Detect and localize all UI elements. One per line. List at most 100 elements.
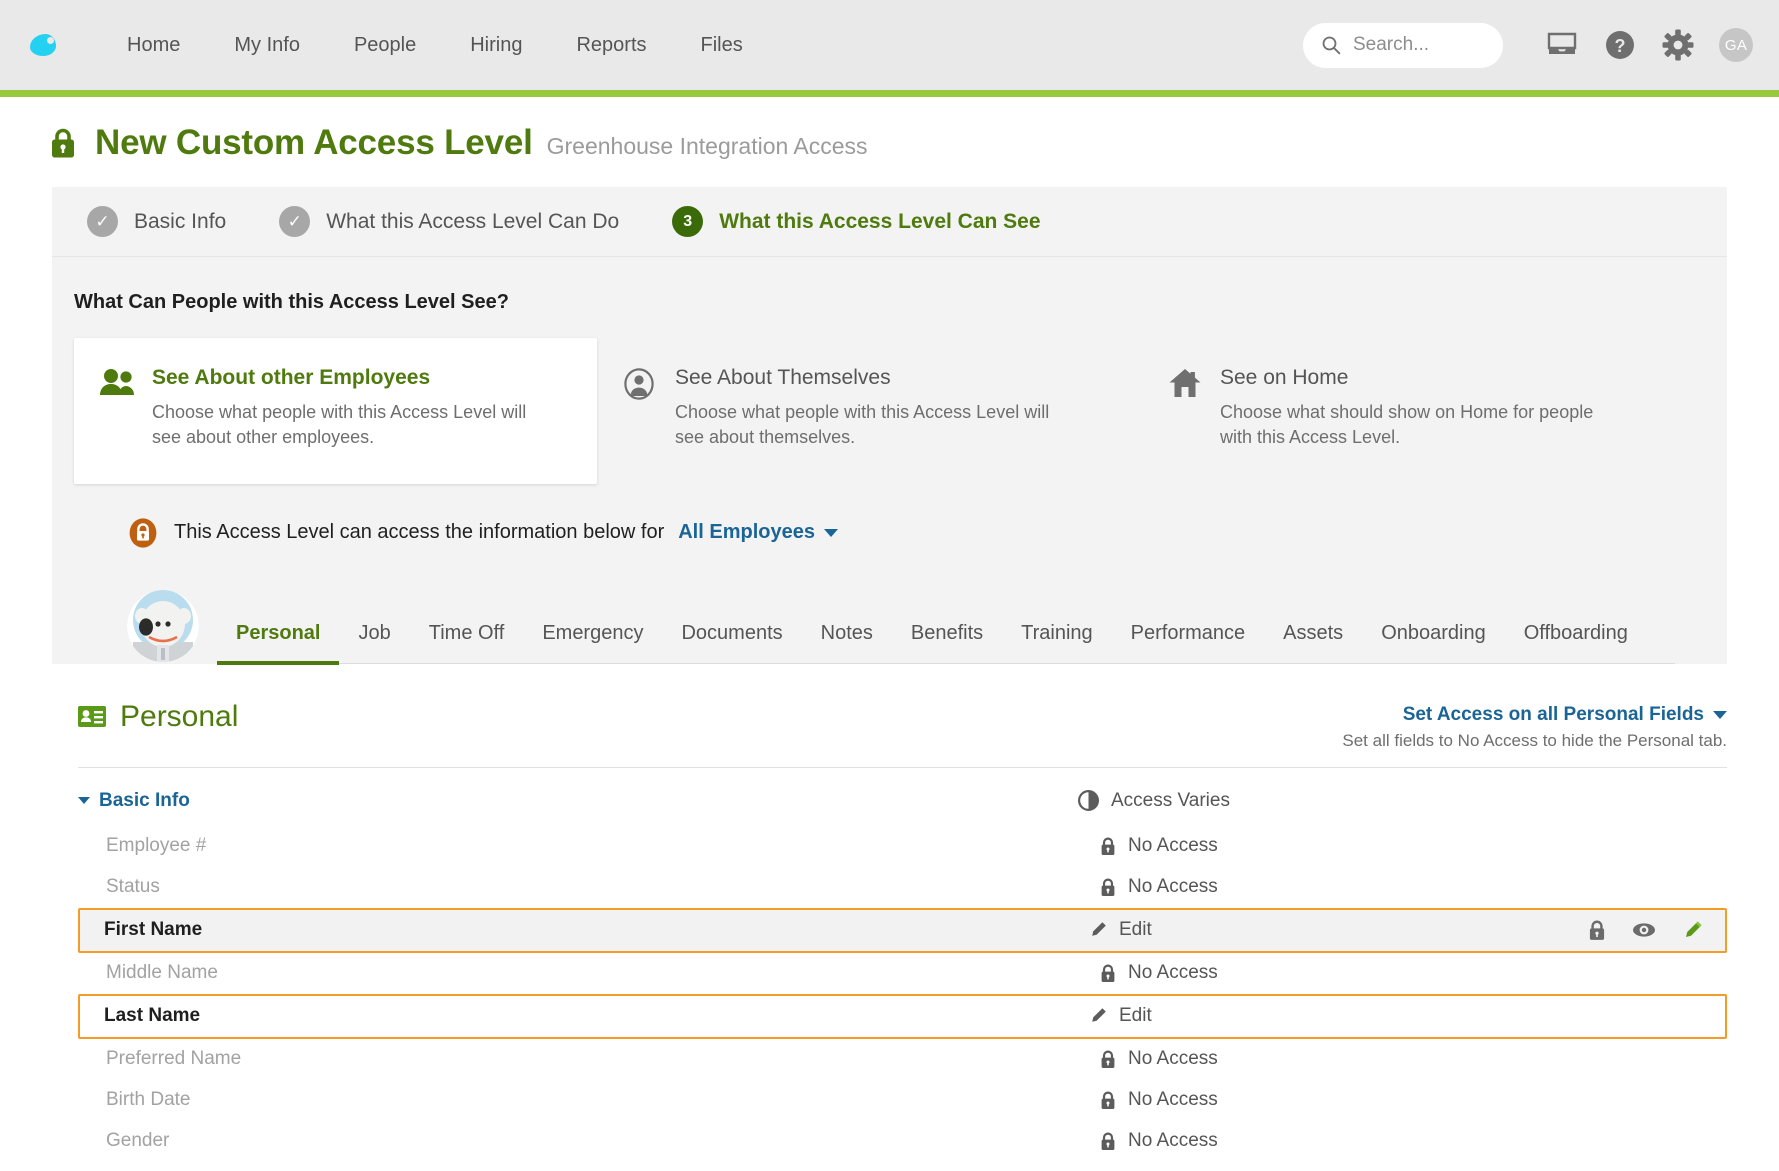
nav-item-home[interactable]: Home <box>100 24 207 67</box>
tab-assets[interactable]: Assets <box>1264 622 1362 665</box>
person-circle-icon <box>623 366 663 450</box>
tab-documents[interactable]: Documents <box>662 622 801 665</box>
step-what-can-see[interactable]: 3 What this Access Level Can See <box>672 206 1041 237</box>
field-row-last-name[interactable]: Last Name Edit <box>78 993 1727 1039</box>
section-title-wrap: Personal <box>78 700 238 734</box>
app-logo[interactable] <box>30 34 100 56</box>
field-access[interactable]: No Access <box>1100 876 1360 898</box>
field-access[interactable]: Edit <box>1089 1005 1349 1027</box>
nav-item-hiring[interactable]: Hiring <box>443 24 549 67</box>
field-access[interactable]: No Access <box>1100 835 1360 857</box>
field-row-first-name[interactable]: First Name Edit <box>78 907 1727 953</box>
orange-lock-icon <box>129 518 157 548</box>
page-subtitle: Greenhouse Integration Access <box>546 133 868 159</box>
field-access-label: Edit <box>1119 919 1152 941</box>
tab-offboarding[interactable]: Offboarding <box>1505 622 1647 665</box>
half-circle-icon <box>1078 790 1099 812</box>
inbox-icon[interactable] <box>1545 28 1579 62</box>
section-actions: Set Access on all Personal Fields Set al… <box>1342 700 1727 751</box>
lock-icon <box>1101 964 1115 982</box>
step-badge-3: 3 <box>672 206 704 237</box>
nav-item-people[interactable]: People <box>327 24 443 67</box>
panda-employee-avatar <box>127 589 199 662</box>
lock-icon <box>1101 1091 1115 1109</box>
step-label: What this Access Level Can See <box>719 209 1041 233</box>
gear-settings-icon[interactable] <box>1661 28 1695 62</box>
field-row[interactable]: Middle Name No Access <box>78 953 1727 994</box>
nav-item-my-info[interactable]: My Info <box>207 24 327 67</box>
two-people-icon <box>100 366 140 450</box>
group-access-summary[interactable]: Access Varies <box>1078 790 1230 812</box>
tab-job[interactable]: Job <box>339 622 409 665</box>
green-lock-icon <box>52 128 74 158</box>
field-row[interactable]: Employee # No Access <box>78 826 1727 867</box>
field-label: Preferred Name <box>106 1048 242 1070</box>
field-access-label: No Access <box>1128 1048 1218 1070</box>
tab-benefits[interactable]: Benefits <box>892 622 1002 665</box>
step-badge-check: ✓ <box>87 206 118 237</box>
field-access[interactable]: No Access <box>1100 1089 1360 1111</box>
personal-fields-section: Personal Set Access on all Personal Fiel… <box>0 664 1779 1162</box>
tab-personal[interactable]: Personal <box>217 622 340 665</box>
card-title: See on Home <box>1220 366 1349 389</box>
field-access-label: No Access <box>1128 835 1218 857</box>
card-description: Choose what people with this Access Leve… <box>675 402 1050 447</box>
bamboohr-leaf-icon <box>30 34 56 56</box>
view-eye-icon[interactable] <box>1632 922 1656 938</box>
help-question-icon[interactable]: ? <box>1603 28 1637 62</box>
page-title: New Custom Access Level <box>95 123 533 162</box>
brand-accent-bar <box>0 90 1779 97</box>
tab-time-off[interactable]: Time Off <box>410 622 524 665</box>
chevron-down-icon <box>78 797 90 805</box>
step-badge-check: ✓ <box>279 206 311 237</box>
field-label: Middle Name <box>106 962 218 984</box>
field-row[interactable]: Status No Access <box>78 867 1727 908</box>
field-access[interactable]: No Access <box>1100 1048 1360 1070</box>
field-row[interactable]: Birth Date No Access <box>78 1080 1727 1121</box>
field-row[interactable]: Gender No Access <box>78 1121 1727 1162</box>
nav-item-files[interactable]: Files <box>674 24 770 67</box>
scope-employee-selector[interactable]: All Employees <box>678 521 838 544</box>
card-see-about-other-employees[interactable]: See About other Employees Choose what pe… <box>74 338 597 484</box>
search-input[interactable] <box>1353 34 1483 56</box>
card-title: See About other Employees <box>152 366 431 389</box>
tab-notes[interactable]: Notes <box>802 622 892 665</box>
tab-onboarding[interactable]: Onboarding <box>1362 622 1505 665</box>
field-access[interactable]: No Access <box>1100 1130 1360 1152</box>
nav-item-reports[interactable]: Reports <box>549 24 673 67</box>
field-access-label: No Access <box>1128 962 1218 984</box>
nav-right-cluster: ? GA <box>1303 0 1753 90</box>
see-option-cards: See About other Employees Choose what pe… <box>52 338 1727 484</box>
chevron-down-icon <box>1713 710 1727 719</box>
avatar[interactable]: GA <box>1719 28 1753 62</box>
svg-text:?: ? <box>1615 36 1626 56</box>
card-description: Choose what should show on Home for peop… <box>1220 402 1594 447</box>
tab-training[interactable]: Training <box>1002 622 1112 665</box>
no-access-lock-icon[interactable] <box>1588 920 1606 941</box>
employee-tabs-row: Personal Job Time Off Emergency Document… <box>52 570 1727 665</box>
group-toggle-basic-info[interactable]: Basic Info <box>78 790 1078 812</box>
lock-icon <box>1101 837 1115 855</box>
field-access-label: No Access <box>1128 1089 1218 1111</box>
lock-icon <box>1101 878 1115 896</box>
step-basic-info[interactable]: ✓ Basic Info <box>87 206 226 237</box>
field-access[interactable]: Edit <box>1089 919 1349 941</box>
lock-icon <box>1101 1050 1115 1068</box>
edit-pencil-icon[interactable] <box>1682 920 1703 941</box>
tab-emergency[interactable]: Emergency <box>523 622 662 665</box>
access-see-panel: What Can People with this Access Level S… <box>52 257 1727 665</box>
step-what-can-do[interactable]: ✓ What this Access Level Can Do <box>279 206 619 237</box>
card-see-about-themselves[interactable]: See About Themselves Choose what people … <box>597 338 1142 484</box>
global-search[interactable] <box>1303 22 1503 68</box>
tab-performance[interactable]: Performance <box>1112 622 1265 665</box>
id-card-icon <box>78 705 106 727</box>
field-access-label: No Access <box>1128 1130 1218 1152</box>
primary-nav-links: Home My Info People Hiring Reports Files <box>100 24 770 67</box>
set-access-all-fields-dropdown[interactable]: Set Access on all Personal Fields <box>1342 704 1727 726</box>
card-see-on-home[interactable]: See on Home Choose what should show on H… <box>1142 338 1687 484</box>
field-access-label: No Access <box>1128 876 1218 898</box>
scope-selected-value: All Employees <box>678 521 815 544</box>
field-row[interactable]: Preferred Name No Access <box>78 1039 1727 1080</box>
step-label: Basic Info <box>134 209 227 233</box>
field-access[interactable]: No Access <box>1100 962 1360 984</box>
